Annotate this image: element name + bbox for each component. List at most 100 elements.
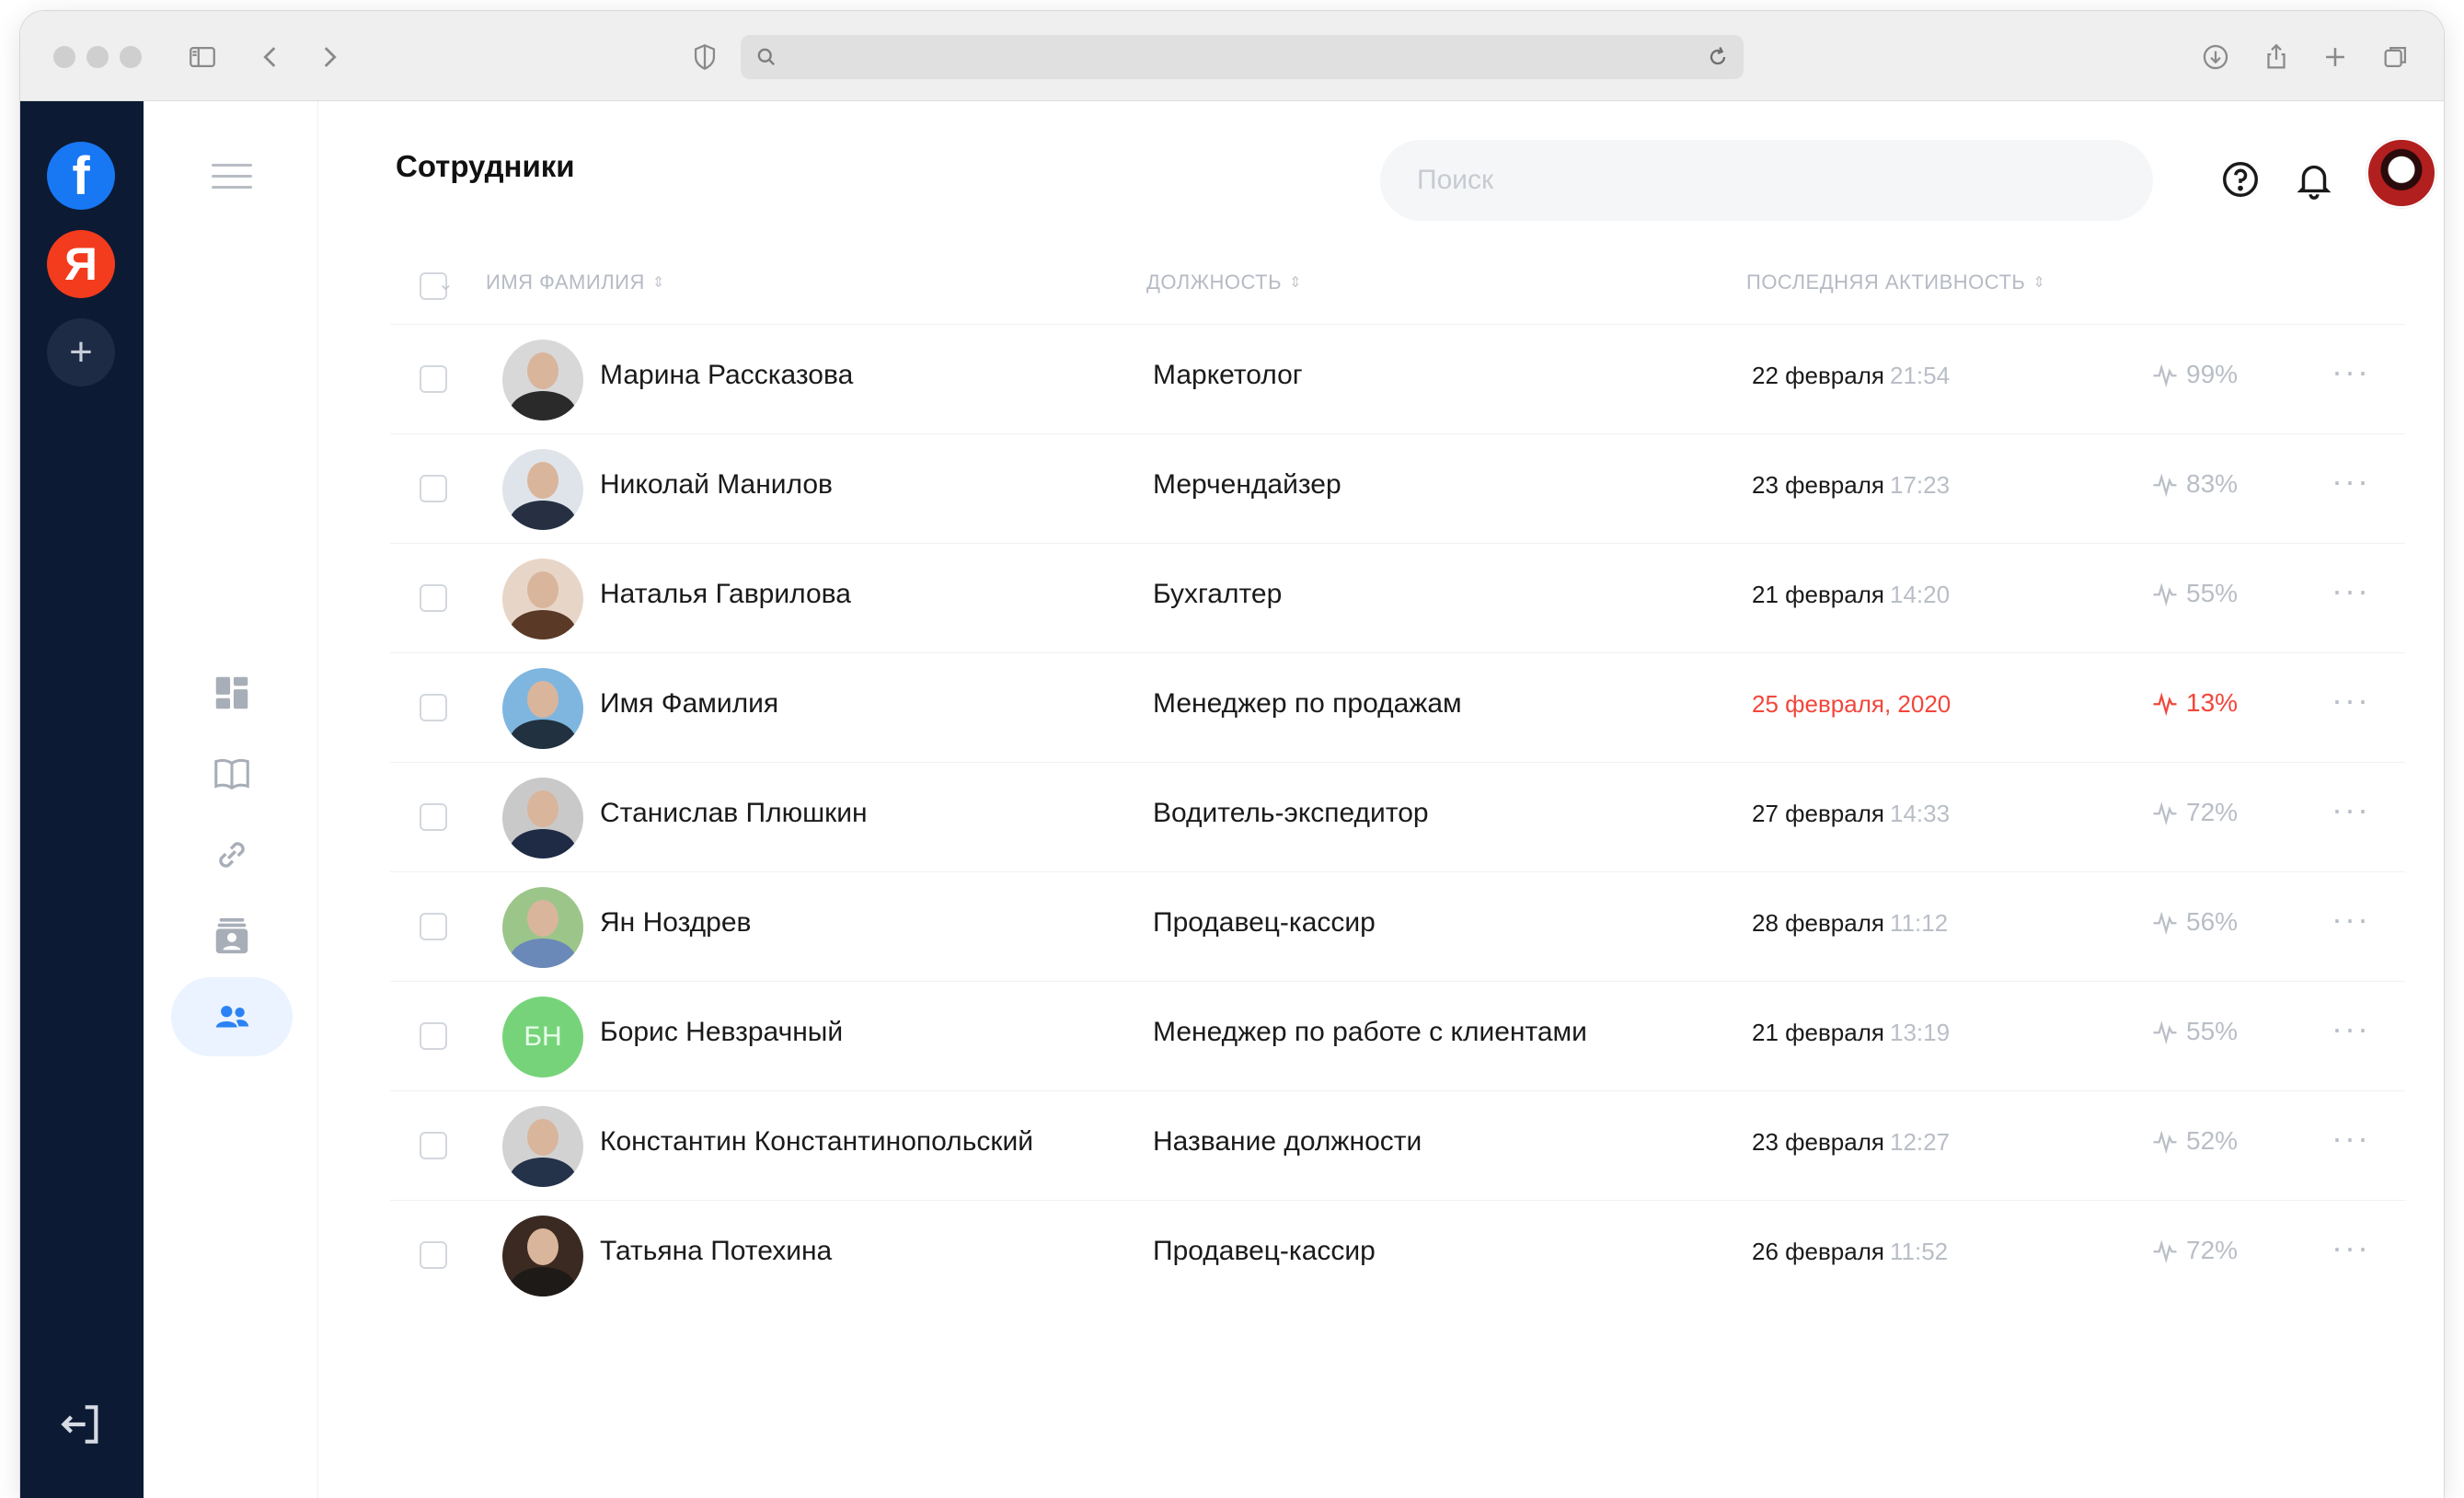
link-icon <box>219 842 245 868</box>
table-row[interactable]: Наталья Гаврилова Бухгалтер 21 февраля 14… <box>390 543 2405 652</box>
more-options-icon[interactable]: ··· <box>2332 900 2370 939</box>
last-activity-date: 26 февраля 11:52 <box>1752 1238 1949 1265</box>
employee-name[interactable]: Николай Манилов <box>600 469 833 501</box>
minimize-window-button[interactable] <box>86 46 109 68</box>
employee-name[interactable]: Татьяна Потехина <box>600 1236 832 1267</box>
more-options-icon[interactable]: ··· <box>2332 1119 2370 1158</box>
last-activity-date: 21 февраля 14:20 <box>1752 581 1951 608</box>
employee-position: Менеджер по работе с клиентами <box>1153 1017 1587 1047</box>
more-options-icon[interactable]: ··· <box>2332 1009 2370 1048</box>
address-bar[interactable] <box>741 35 1744 79</box>
last-activity-time: 17:23 <box>1889 471 1951 499</box>
nav-item-book[interactable] <box>171 734 293 813</box>
nav-item-links[interactable] <box>171 815 293 894</box>
close-window-button[interactable] <box>53 46 75 68</box>
add-app-button[interactable]: + <box>47 318 115 386</box>
table-row[interactable]: БН Борис Невзрачный Менеджер по работе с… <box>390 981 2405 1090</box>
activity-percent: 52% <box>2151 1126 2238 1156</box>
more-options-icon[interactable]: ··· <box>2332 790 2370 829</box>
column-name-header[interactable]: Имя Фамилия ⇕ <box>486 271 665 294</box>
sort-icon: ⇕ <box>1289 275 1302 291</box>
tabs-icon[interactable] <box>2376 37 2416 77</box>
employee-name[interactable]: Константин Константинопольский <box>600 1126 1033 1158</box>
row-checkbox[interactable] <box>420 365 447 393</box>
employee-name[interactable]: Имя Фамилия <box>600 688 778 720</box>
row-checkbox[interactable] <box>420 1241 447 1269</box>
new-tab-icon[interactable] <box>2315 37 2355 77</box>
last-activity-date: 27 февраля 14:33 <box>1752 800 1951 827</box>
row-checkbox[interactable] <box>420 694 447 721</box>
activity-percent: 55% <box>2151 1017 2238 1046</box>
employees-table: Марина Рассказова Маркетолог 22 февраля 2… <box>390 324 2405 1309</box>
user-avatar[interactable] <box>2366 138 2436 208</box>
zoom-window-button[interactable] <box>120 46 142 68</box>
sidebar-icon[interactable] <box>182 37 223 77</box>
avatar <box>502 778 583 858</box>
employee-name[interactable]: Борис Невзрачный <box>600 1017 843 1048</box>
nav-item-employees[interactable] <box>171 977 293 1056</box>
employee-name[interactable]: Наталья Гаврилова <box>600 579 851 610</box>
employee-position: Бухгалтер <box>1153 579 1283 609</box>
search-input[interactable] <box>1380 140 2153 221</box>
table-row[interactable]: Татьяна Потехина Продавец-кассир 26 февр… <box>390 1200 2405 1309</box>
row-checkbox[interactable] <box>420 803 447 831</box>
table-row[interactable]: Марина Рассказова Маркетолог 22 февраля 2… <box>390 324 2405 433</box>
table-row[interactable]: Ян Ноздрев Продавец-кассир 28 февраля 11:… <box>390 871 2405 981</box>
facebook-app-button[interactable]: f <box>47 142 115 210</box>
shield-icon[interactable] <box>685 37 725 77</box>
last-activity-time: 21:54 <box>1889 362 1951 389</box>
yandex-app-button[interactable]: Я <box>47 230 115 298</box>
table-row[interactable]: Станислав Плюшкин Водитель-экспедитор 27… <box>390 762 2405 871</box>
row-checkbox[interactable] <box>420 584 447 612</box>
last-activity-date: 25 февраля, 2020 <box>1752 690 1952 718</box>
row-checkbox[interactable] <box>420 1132 447 1159</box>
activity-percent: 72% <box>2151 1236 2238 1265</box>
employee-position: Маркетолог <box>1153 360 1303 390</box>
column-activity-header[interactable]: Последняя активность ⇕ <box>1746 271 2045 294</box>
forward-icon[interactable] <box>309 37 350 77</box>
table-row[interactable]: Николай Манилов Мерчендайзер 23 февраля 1… <box>390 433 2405 543</box>
pulse-icon <box>2153 582 2177 607</box>
column-position-header[interactable]: Должность ⇕ <box>1146 271 1302 294</box>
back-icon[interactable] <box>250 37 291 77</box>
more-options-icon[interactable]: ··· <box>2332 1228 2370 1267</box>
last-activity-time: 12:27 <box>1889 1128 1951 1156</box>
nav-item-dashboard[interactable] <box>171 653 293 732</box>
download-icon[interactable] <box>2195 37 2236 77</box>
activity-percent: 83% <box>2151 469 2238 499</box>
row-checkbox[interactable] <box>420 475 447 502</box>
menu-icon[interactable] <box>212 164 252 191</box>
employee-name[interactable]: Ян Ноздрев <box>600 907 752 939</box>
help-icon[interactable] <box>2219 158 2262 201</box>
last-activity-date: 23 февраля 12:27 <box>1752 1128 1951 1156</box>
row-checkbox[interactable] <box>420 913 447 940</box>
row-checkbox[interactable] <box>420 1022 447 1050</box>
table-row[interactable]: Имя Фамилия Менеджер по продажам 25 февр… <box>390 652 2405 762</box>
avatar <box>502 340 583 421</box>
nav-item-contacts[interactable] <box>171 896 293 975</box>
pulse-icon <box>2153 911 2177 936</box>
table-header: ⌄ Имя Фамилия ⇕ Должность ⇕ Последняя ак… <box>390 258 2396 313</box>
bell-icon[interactable] <box>2293 158 2335 201</box>
avatar <box>502 887 583 968</box>
table-row[interactable]: Константин Константинопольский Название … <box>390 1090 2405 1200</box>
last-activity-date: 28 февраля 11:12 <box>1752 909 1949 937</box>
app-rail: f Я + <box>20 101 144 1498</box>
pulse-icon <box>2153 1130 2177 1155</box>
address-input[interactable] <box>789 42 1672 72</box>
more-options-icon[interactable]: ··· <box>2332 352 2370 391</box>
employee-name[interactable]: Станислав Плюшкин <box>600 798 868 829</box>
chevron-down-icon[interactable]: ⌄ <box>438 272 454 295</box>
more-options-icon[interactable]: ··· <box>2332 462 2370 501</box>
more-options-icon[interactable]: ··· <box>2332 571 2370 610</box>
employee-position: Название должности <box>1153 1126 1422 1157</box>
employee-position: Водитель-экспедитор <box>1153 798 1429 828</box>
last-activity-time: 11:52 <box>1889 1238 1949 1265</box>
share-icon[interactable] <box>2256 37 2297 77</box>
reload-icon[interactable] <box>1705 44 1731 70</box>
logout-icon[interactable] <box>55 1399 107 1450</box>
section-sidebar <box>144 101 318 1498</box>
employee-name[interactable]: Марина Рассказова <box>600 360 853 391</box>
more-options-icon[interactable]: ··· <box>2332 681 2370 720</box>
avatar: БН <box>502 997 583 1077</box>
